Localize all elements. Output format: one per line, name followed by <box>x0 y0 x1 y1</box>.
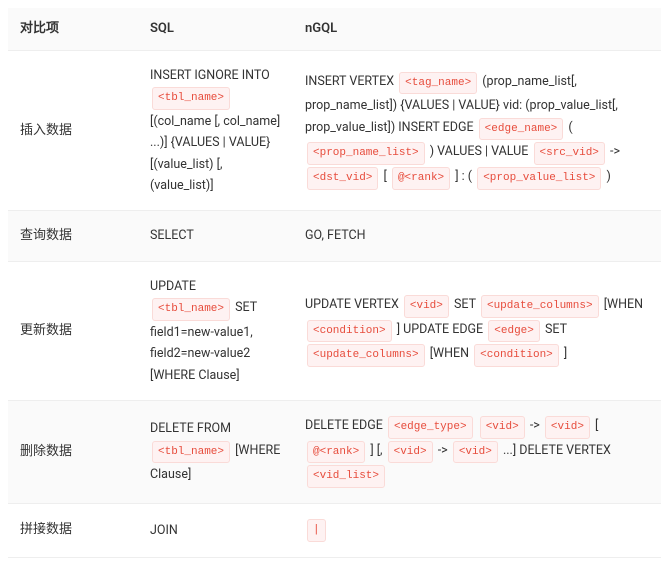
code-tag: <vid> <box>404 295 449 318</box>
row-label: 查询数据 <box>8 211 138 262</box>
code-tag: <prop_value_list> <box>477 167 601 190</box>
table-row: 拼接数据 JOIN | <box>8 503 661 557</box>
row-label: 拼接数据 <box>8 503 138 557</box>
code-tag: <vid> <box>480 416 525 439</box>
table-header-row: 对比项 SQL nGQL <box>8 8 661 51</box>
sql-cell: SELECT <box>138 211 293 262</box>
sql-cell: INSERT IGNORE INTO <tbl_name> [(col_name… <box>138 51 293 211</box>
table-row: 删除数据 DELETE FROM <tbl_name> [WHERE Claus… <box>8 400 661 503</box>
row-label: 插入数据 <box>8 51 138 211</box>
code-tag: <condition> <box>307 320 392 343</box>
code-tag: <edge> <box>488 320 540 343</box>
ngql-cell: INSERT VERTEX <tag_name> (prop_name_list… <box>293 51 661 211</box>
code-tag: <tbl_name> <box>152 441 230 464</box>
row-label: 更新数据 <box>8 262 138 401</box>
code-tag: <src_vid> <box>534 142 605 165</box>
code-tag: <vid> <box>453 441 498 464</box>
code-tag: <edge_name> <box>479 118 564 141</box>
header-sql: SQL <box>138 8 293 51</box>
code-tag: <tag_name> <box>399 72 477 95</box>
header-compare: 对比项 <box>8 8 138 51</box>
code-tag: <tbl_name> <box>152 87 230 110</box>
comparison-table: 对比项 SQL nGQL 插入数据 INSERT IGNORE INTO <tb… <box>8 8 661 558</box>
sql-cell: DELETE FROM <tbl_name> [WHERE Clause] <box>138 400 293 503</box>
code-tag: <prop_name_list> <box>307 142 425 165</box>
table-row: 插入数据 INSERT IGNORE INTO <tbl_name> [(col… <box>8 51 661 211</box>
code-tag: <update_columns> <box>307 344 425 367</box>
code-tag: <edge_type> <box>388 416 473 439</box>
ngql-cell: GO, FETCH <box>293 211 661 262</box>
code-tag: | <box>307 519 326 542</box>
ngql-cell: UPDATE VERTEX <vid> SET <update_columns>… <box>293 262 661 401</box>
ngql-cell: | <box>293 503 661 557</box>
code-tag: <vid> <box>388 441 433 464</box>
sql-cell: JOIN <box>138 503 293 557</box>
code-tag: <update_columns> <box>481 295 599 318</box>
row-label: 删除数据 <box>8 400 138 503</box>
ngql-cell: DELETE EDGE <edge_type> <vid> -> <vid> [… <box>293 400 661 503</box>
code-tag: <vid> <box>545 416 590 439</box>
table-row: 更新数据 UPDATE <tbl_name> SET field1=new-va… <box>8 262 661 401</box>
sql-cell: UPDATE <tbl_name> SET field1=new-value1,… <box>138 262 293 401</box>
code-tag: <condition> <box>474 344 559 367</box>
code-tag: @<rank> <box>307 441 365 464</box>
code-tag: <vid_list> <box>307 465 385 488</box>
table-row: 查询数据 SELECT GO, FETCH <box>8 211 661 262</box>
code-tag: @<rank> <box>392 167 450 190</box>
header-ngql: nGQL <box>293 8 661 51</box>
code-tag: <tbl_name> <box>152 298 230 321</box>
code-tag: <dst_vid> <box>307 167 378 190</box>
